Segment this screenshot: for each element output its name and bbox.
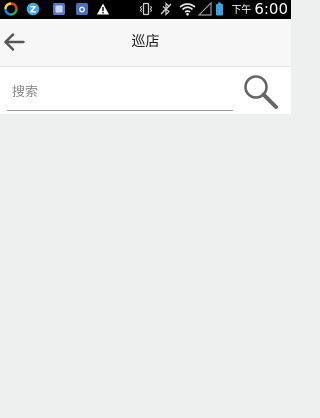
status-clock-time: 6:00 bbox=[254, 0, 288, 18]
title-bar: 巡店 bbox=[0, 19, 291, 67]
status-clock: 下午 6:00 bbox=[231, 0, 288, 19]
status-bar: Z 下午 6:00 bbox=[0, 0, 291, 19]
page-title: 巡店 bbox=[131, 34, 160, 50]
sync-icon bbox=[4, 2, 18, 16]
warning-icon bbox=[97, 3, 109, 15]
arrow-left-icon bbox=[4, 33, 25, 51]
status-clock-ampm: 下午 bbox=[231, 5, 252, 16]
vibrate-icon bbox=[139, 2, 153, 16]
battery-icon bbox=[216, 2, 223, 16]
back-button[interactable] bbox=[0, 19, 34, 66]
camera-app-icon bbox=[76, 3, 88, 15]
magnifier-icon bbox=[244, 75, 278, 109]
wifi-icon bbox=[179, 3, 196, 16]
search-bar bbox=[0, 67, 291, 114]
svg-text:Z: Z bbox=[30, 5, 37, 15]
content-area bbox=[0, 114, 291, 418]
zalo-icon: Z bbox=[26, 2, 40, 15]
signal-icon bbox=[198, 2, 212, 16]
notification-app-icon bbox=[53, 3, 65, 15]
bluetooth-off-icon bbox=[160, 2, 172, 16]
search-button[interactable] bbox=[240, 70, 282, 112]
search-input[interactable] bbox=[7, 75, 233, 111]
